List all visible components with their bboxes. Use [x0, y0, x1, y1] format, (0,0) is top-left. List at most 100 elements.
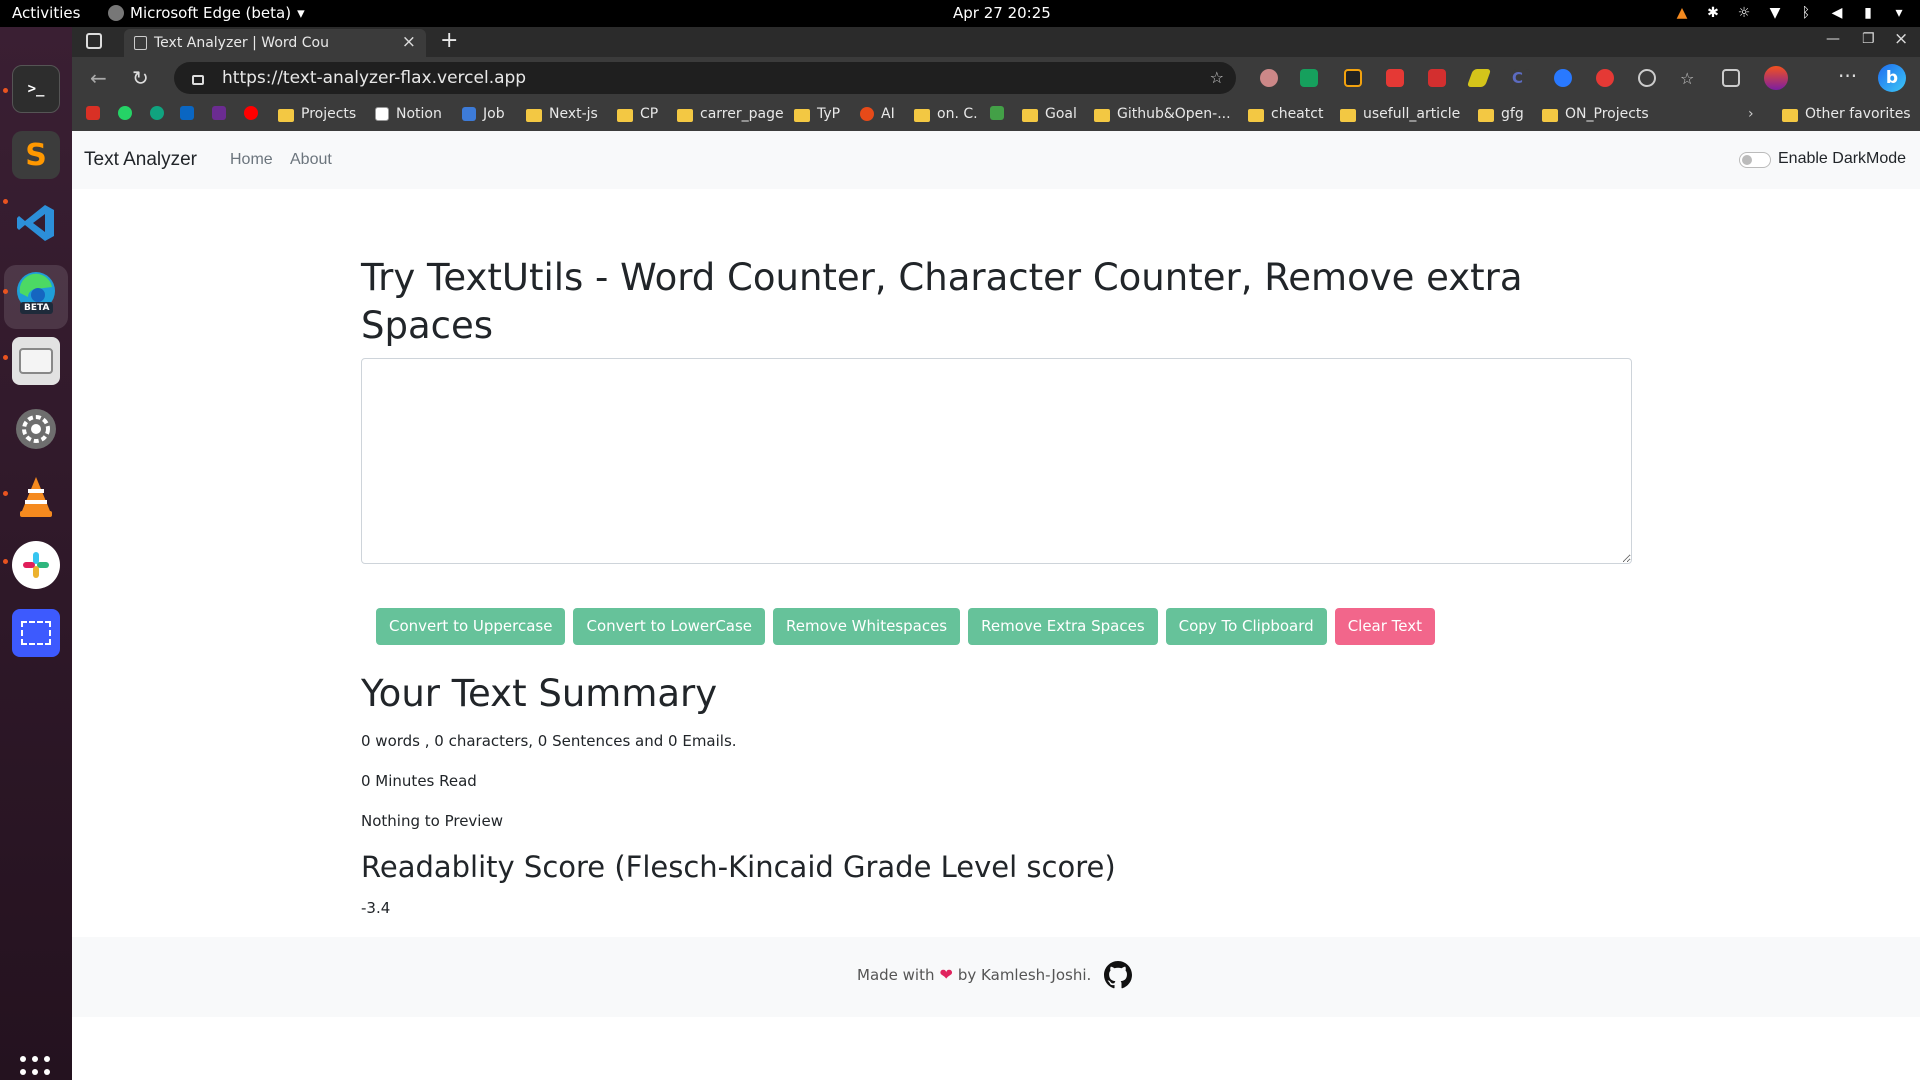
bluetooth-icon[interactable]: ᛒ — [1799, 4, 1813, 22]
close-window-icon[interactable]: × — [1894, 29, 1908, 49]
remove-extra-spaces-button[interactable]: Remove Extra Spaces — [968, 608, 1158, 645]
gmail-icon — [86, 106, 100, 120]
favorite-item[interactable]: CP — [617, 106, 658, 122]
uppercase-button[interactable]: Convert to Uppercase — [376, 608, 566, 645]
tab-text-analyzer[interactable]: Text Analyzer | Word Cou × — [124, 29, 426, 57]
favorite-label: Job — [483, 106, 505, 122]
slack-tray-icon[interactable]: ✱ — [1706, 4, 1720, 22]
add-favorite-icon[interactable]: ☆ — [1210, 68, 1224, 87]
slack-icon[interactable] — [12, 541, 60, 589]
extensions-puzzle-icon[interactable] — [1638, 69, 1656, 87]
other-favorites[interactable]: Other favorites — [1782, 106, 1911, 122]
activities-button[interactable]: Activities — [12, 4, 80, 22]
favorite-label: on. C. — [937, 106, 978, 122]
favorite-item[interactable]: cheatct — [1248, 106, 1323, 122]
running-indicator — [3, 491, 8, 496]
footer-author[interactable]: by Kamlesh-Joshi. — [958, 966, 1091, 984]
folder-icon — [1340, 108, 1356, 122]
extension-icon[interactable] — [1386, 69, 1404, 87]
favorite-item[interactable]: Goal — [1022, 106, 1077, 122]
favorite-plant[interactable] — [990, 106, 1004, 120]
dark-mode-toggle[interactable] — [1739, 152, 1771, 168]
sublime-text-icon[interactable]: S — [12, 131, 60, 179]
files-icon[interactable] — [12, 337, 60, 385]
youtube-icon — [244, 106, 258, 120]
favorite-item[interactable]: on. C. — [914, 106, 978, 122]
favorite-label: Goal — [1045, 106, 1077, 122]
favorite-label: AI — [881, 106, 895, 122]
favorite-item[interactable]: Projects — [278, 106, 356, 122]
favorite-item[interactable]: usefull_article — [1340, 106, 1460, 122]
chevron-right-icon[interactable]: › — [1748, 106, 1754, 122]
settings-icon[interactable] — [12, 405, 60, 453]
extension-icon[interactable] — [1260, 69, 1278, 87]
favorite-chatgpt[interactable] — [150, 106, 164, 120]
clear-text-button[interactable]: Clear Text — [1334, 608, 1436, 645]
favorite-item[interactable]: ON_Projects — [1542, 106, 1649, 122]
favorites-icon[interactable]: ☆ — [1680, 69, 1698, 88]
close-tab-icon[interactable]: × — [402, 32, 416, 52]
remove-whitespaces-button[interactable]: Remove Whitespaces — [773, 608, 961, 645]
nav-link-about[interactable]: About — [290, 151, 332, 169]
nav-link-home[interactable]: Home — [230, 151, 273, 169]
vlc-tray-icon[interactable]: ▲ — [1675, 4, 1689, 22]
chevron-down-icon: ▾ — [297, 4, 305, 22]
power-menu-icon[interactable]: ▾ — [1892, 4, 1906, 22]
wifi-icon[interactable]: ▼ — [1768, 4, 1782, 22]
favorite-mt[interactable] — [212, 106, 226, 120]
favorite-item[interactable]: Notion — [375, 106, 442, 122]
text-input-area[interactable] — [361, 358, 1632, 564]
restore-icon[interactable]: ❐ — [1862, 31, 1875, 47]
vlc-icon[interactable] — [12, 473, 60, 521]
system-tray[interactable]: ▲ ✱ ☼ ▼ ᛒ ◀ ▮ ▾ — [1675, 4, 1906, 22]
favorite-whatsapp[interactable] — [118, 106, 132, 120]
extension-icon[interactable] — [1466, 69, 1492, 87]
extension-icon[interactable] — [1596, 69, 1614, 87]
extension-icon[interactable]: C — [1512, 69, 1530, 87]
vscode-icon[interactable] — [12, 199, 60, 247]
more-options-icon[interactable]: ··· — [1838, 64, 1857, 88]
clock[interactable]: Apr 27 20:25 — [953, 4, 1051, 22]
minimize-icon[interactable]: — — [1826, 31, 1840, 47]
app-menu[interactable]: Microsoft Edge (beta) ▾ — [108, 4, 305, 22]
extension-icon[interactable] — [1428, 69, 1446, 87]
favorite-label: Github&Open-... — [1117, 106, 1231, 122]
copy-to-clipboard-button[interactable]: Copy To Clipboard — [1165, 608, 1327, 645]
extension-icon[interactable] — [1344, 69, 1362, 87]
favorite-item[interactable]: AI — [860, 106, 895, 122]
favorite-item[interactable]: Github&Open-... — [1094, 106, 1231, 122]
favorite-item[interactable]: Next-js — [526, 106, 598, 122]
github-icon[interactable] — [1104, 961, 1132, 989]
edge-beta-icon[interactable]: BETA — [12, 269, 60, 317]
favorite-linkedin[interactable] — [180, 106, 194, 120]
extension-icon[interactable] — [1300, 69, 1318, 87]
favorite-label: TyP — [817, 106, 841, 122]
navbar-brand[interactable]: Text Analyzer — [84, 149, 197, 171]
screenshot-icon[interactable] — [12, 609, 60, 657]
profile-avatar[interactable] — [1764, 66, 1788, 90]
terminal-icon[interactable]: >_ — [12, 65, 60, 113]
lowercase-button[interactable]: Convert to LowerCase — [573, 608, 766, 645]
dark-mode-label: Enable DarkMode — [1778, 150, 1907, 167]
refresh-icon[interactable]: ↻ — [132, 66, 149, 90]
favorite-item[interactable]: gfg — [1478, 106, 1524, 122]
favorite-item[interactable]: TyP — [794, 106, 840, 122]
address-bar[interactable]: https://text-analyzer-flax.vercel.app ☆ — [174, 62, 1236, 94]
bing-chat-icon[interactable]: b — [1878, 64, 1906, 92]
folder-icon — [1022, 108, 1038, 122]
collections-icon[interactable] — [1722, 69, 1740, 87]
tab-actions-icon[interactable] — [86, 33, 102, 49]
brightness-icon[interactable]: ☼ — [1737, 4, 1751, 22]
battery-icon[interactable]: ▮ — [1861, 4, 1875, 22]
favorite-item[interactable]: carrer_page — [677, 106, 784, 122]
new-tab-icon[interactable]: + — [440, 28, 458, 53]
volume-icon[interactable]: ◀ — [1830, 4, 1844, 22]
show-applications-icon[interactable] — [20, 1056, 52, 1080]
ai-icon — [860, 107, 874, 121]
extension-icon[interactable] — [1554, 69, 1572, 87]
running-indicator — [3, 289, 8, 294]
back-icon[interactable]: ← — [90, 66, 107, 90]
favorite-youtube[interactable] — [244, 106, 258, 120]
favorite-gmail[interactable] — [86, 106, 100, 120]
favorite-item[interactable]: Job — [462, 106, 505, 122]
